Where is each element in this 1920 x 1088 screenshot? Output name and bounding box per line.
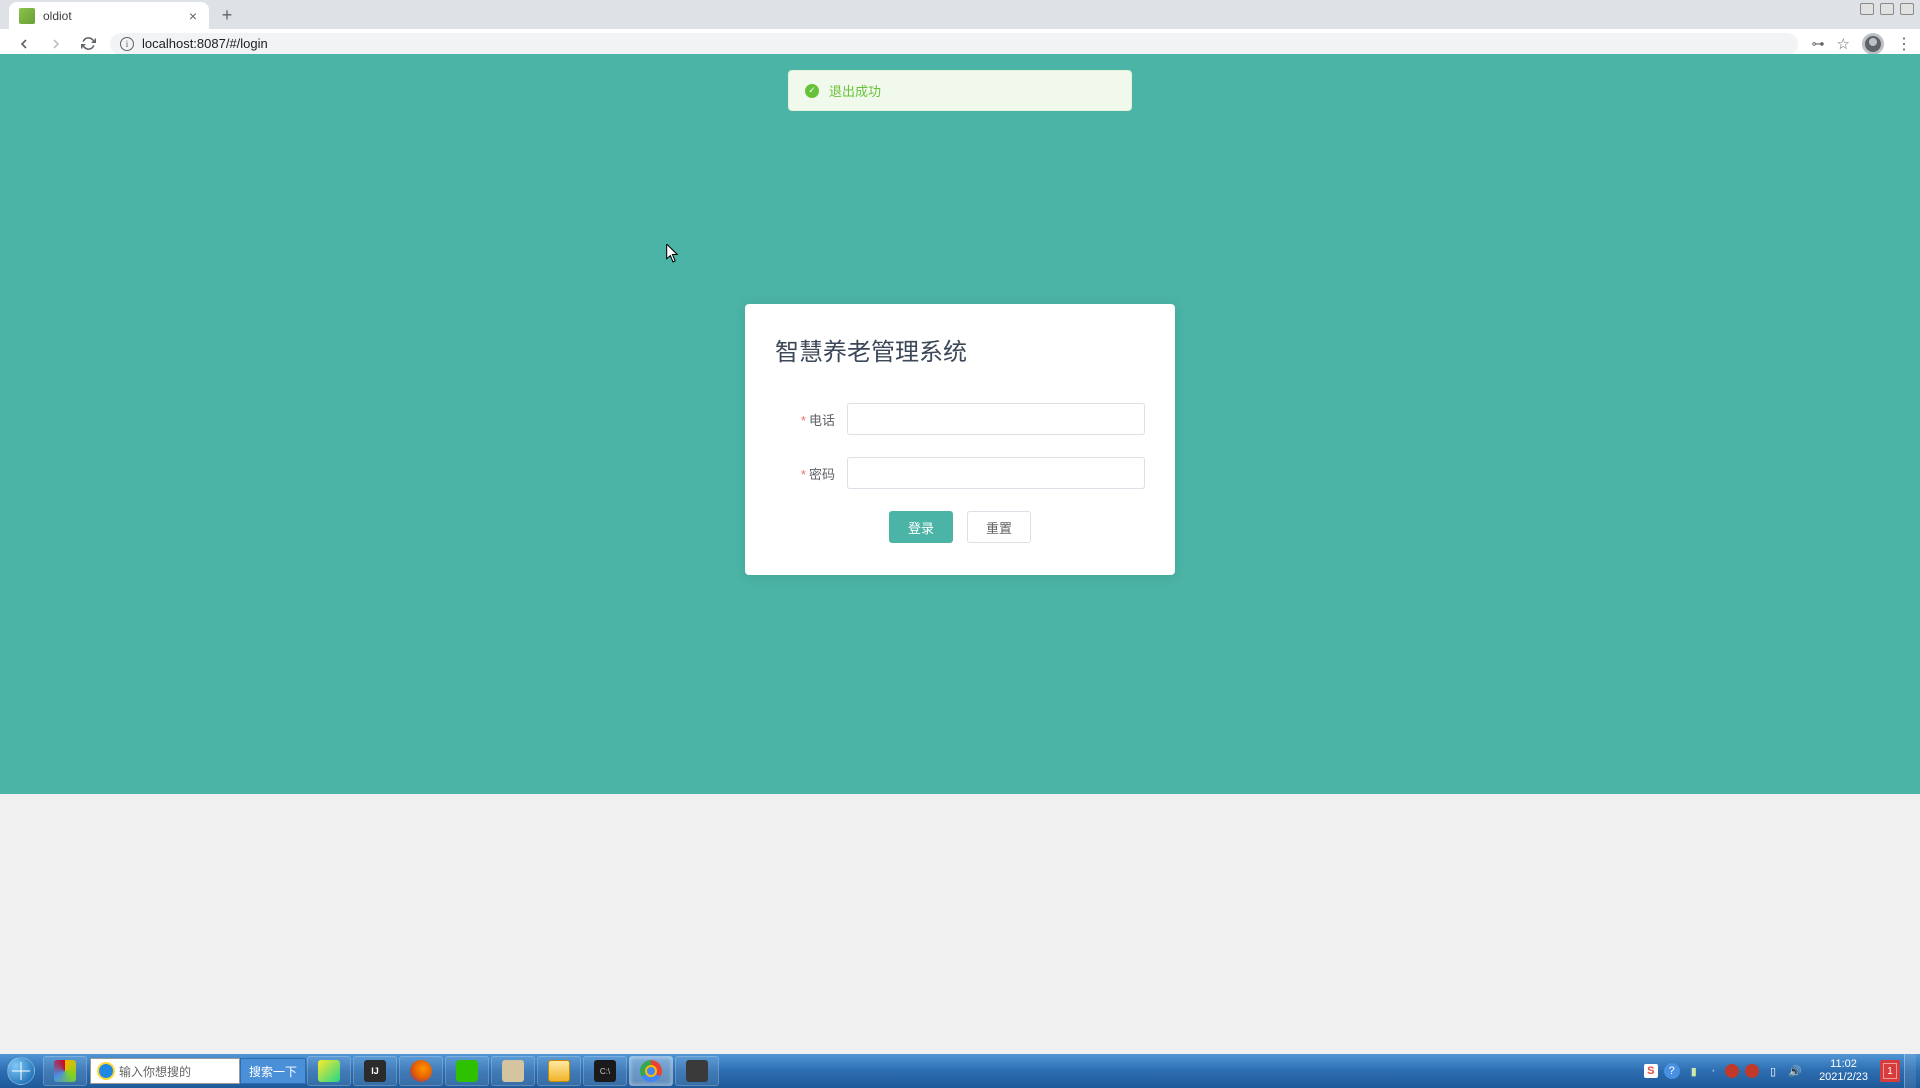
taskbar-firefox[interactable] (399, 1056, 443, 1086)
phone-input[interactable] (847, 403, 1145, 435)
clock-date: 2021/2/23 (1819, 1071, 1868, 1084)
window-controls (1860, 3, 1914, 15)
url-field[interactable]: i localhost:8087/#/login (110, 33, 1798, 55)
taskbar-wechat[interactable] (445, 1056, 489, 1086)
start-button[interactable] (0, 1054, 42, 1088)
tray-red-icon-1[interactable] (1725, 1064, 1739, 1078)
toolbar-right: ⊶ ☆ ⋮ (1812, 33, 1912, 55)
new-tab-button[interactable]: + (213, 1, 241, 29)
taskbar-chrome[interactable] (629, 1056, 673, 1086)
tab-title: oldiot (43, 9, 187, 23)
phone-row: *电话 (775, 403, 1145, 435)
tab-bar: oldiot × + (0, 0, 1920, 29)
login-button[interactable]: 登录 (889, 511, 953, 543)
browser-chrome: oldiot × + i localhost:8087/#/login ⊶ ☆ … (0, 0, 1920, 54)
reload-button[interactable] (76, 32, 100, 56)
search-placeholder: 输入你想搜的 (119, 1063, 191, 1080)
browser-tab[interactable]: oldiot × (9, 2, 209, 29)
tab-favicon (19, 8, 35, 24)
ie-icon (97, 1062, 115, 1080)
login-card: 智慧养老管理系统 *电话 *密码 登录 重置 (745, 304, 1175, 575)
tray-volume-icon[interactable]: 🔊 (1787, 1063, 1803, 1079)
site-info-icon[interactable]: i (120, 37, 134, 51)
close-window-button[interactable] (1900, 3, 1914, 15)
notification-text: 退出成功 (829, 81, 881, 100)
profile-avatar[interactable] (1862, 33, 1884, 55)
taskbar-pycharm[interactable] (307, 1056, 351, 1086)
bookmark-star-icon[interactable]: ☆ (1837, 35, 1850, 53)
maximize-button[interactable] (1880, 3, 1894, 15)
reset-button[interactable]: 重置 (967, 511, 1031, 543)
page-content: ✓ 退出成功 智慧养老管理系统 *电话 *密码 登录 重置 (0, 54, 1920, 794)
tray-sogou-icon[interactable]: S (1644, 1064, 1658, 1078)
taskbar-notification-badge[interactable]: 1 (1880, 1060, 1900, 1082)
url-text: localhost:8087/#/login (142, 36, 268, 51)
forward-button[interactable] (44, 32, 68, 56)
taskbar: 输入你想搜的 搜索一下 IJ C:\ S ? ▮ · ▯ 🔊 11:02 202… (0, 1054, 1920, 1088)
mouse-cursor (666, 244, 680, 269)
password-key-icon[interactable]: ⊶ (1812, 36, 1825, 52)
browser-menu-icon[interactable]: ⋮ (1896, 34, 1912, 54)
taskbar-clock[interactable]: 11:02 2021/2/23 (1811, 1058, 1876, 1084)
tray-network-icon[interactable]: ▯ (1765, 1063, 1781, 1079)
button-row: 登录 重置 (775, 511, 1145, 543)
taskbar-app-6[interactable] (491, 1056, 535, 1086)
tab-close-icon[interactable]: × (187, 8, 199, 24)
password-input[interactable] (847, 457, 1145, 489)
taskbar-intellij[interactable]: IJ (353, 1056, 397, 1086)
password-label: *密码 (775, 464, 847, 483)
tray-help-icon[interactable]: ? (1664, 1063, 1680, 1079)
phone-label: *电话 (775, 410, 847, 429)
clock-time: 11:02 (1819, 1058, 1868, 1071)
password-row: *密码 (775, 457, 1145, 489)
system-tray: S ? ▮ · ▯ 🔊 11:02 2021/2/23 1 (1636, 1054, 1920, 1088)
taskbar-search-button[interactable]: 搜索一下 (240, 1058, 306, 1084)
success-check-icon: ✓ (805, 84, 819, 98)
back-button[interactable] (12, 32, 36, 56)
tray-red-icon-2[interactable] (1745, 1064, 1759, 1078)
taskbar-app-1[interactable] (43, 1056, 87, 1086)
tray-battery-icon[interactable]: ▮ (1686, 1063, 1702, 1079)
success-notification: ✓ 退出成功 (788, 70, 1132, 111)
show-desktop-button[interactable] (1904, 1054, 1916, 1088)
login-title: 智慧养老管理系统 (775, 332, 1145, 367)
minimize-button[interactable] (1860, 3, 1874, 15)
taskbar-search[interactable]: 输入你想搜的 (90, 1058, 240, 1084)
taskbar-explorer[interactable] (537, 1056, 581, 1086)
taskbar-terminal[interactable]: C:\ (583, 1056, 627, 1086)
taskbar-app-10[interactable] (675, 1056, 719, 1086)
